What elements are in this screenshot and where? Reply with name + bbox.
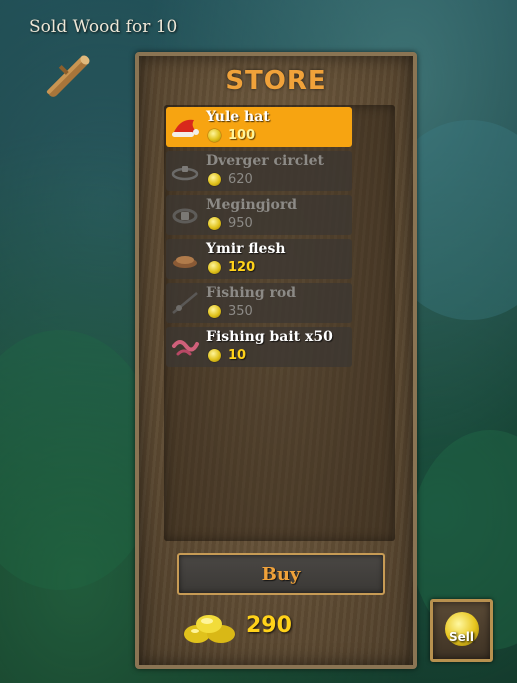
coin-icon bbox=[208, 261, 221, 274]
item-price: 120 bbox=[228, 260, 256, 275]
fishing-bait-icon bbox=[172, 340, 199, 356]
yule-hat-icon bbox=[172, 119, 199, 137]
item-price: 350 bbox=[228, 304, 253, 319]
buy-button[interactable]: Buy bbox=[177, 553, 385, 595]
coin-icon bbox=[208, 129, 221, 142]
sold-notification: Sold Wood for 10 bbox=[29, 17, 178, 37]
dverger-circlet-icon bbox=[171, 166, 199, 181]
store-item-dverger-circlet[interactable]: Dverger circlet 620 bbox=[166, 151, 352, 191]
store-item-megingjord[interactable]: Megingjord 950 bbox=[166, 195, 352, 235]
item-name: Yule hat bbox=[206, 109, 270, 125]
item-name: Fishing bait x50 bbox=[206, 329, 333, 345]
item-name: Dverger circlet bbox=[206, 153, 324, 169]
store-item-ymir-flesh[interactable]: Ymir flesh 120 bbox=[166, 239, 352, 279]
store-item-fishing-bait[interactable]: Fishing bait x50 10 bbox=[166, 327, 352, 367]
store-item-yule-hat[interactable]: Yule hat 100 bbox=[166, 107, 352, 147]
coin-count: 290 bbox=[246, 613, 292, 638]
store-panel: STORE Yule hat 100 Dverger circlet 620 M… bbox=[135, 52, 417, 669]
coin-icon bbox=[208, 217, 221, 230]
megingjord-belt-icon bbox=[172, 208, 198, 224]
item-name: Megingjord bbox=[206, 197, 298, 213]
item-price: 100 bbox=[228, 128, 256, 143]
coin-icon bbox=[208, 305, 221, 318]
item-price: 950 bbox=[228, 216, 253, 231]
sell-label: Sell bbox=[448, 630, 474, 644]
fishing-rod-icon bbox=[172, 292, 198, 314]
ymir-flesh-icon bbox=[173, 256, 197, 268]
store-item-list[interactable]: Yule hat 100 Dverger circlet 620 Megingj… bbox=[164, 105, 395, 541]
coin-icon bbox=[208, 173, 221, 186]
coin-pile-icon bbox=[184, 615, 235, 643]
item-name: Ymir flesh bbox=[206, 241, 286, 257]
item-name: Fishing rod bbox=[206, 285, 296, 301]
item-price: 620 bbox=[228, 172, 253, 187]
wood-log-icon bbox=[46, 55, 90, 97]
store-title: STORE bbox=[225, 66, 327, 96]
coin-icon bbox=[208, 349, 221, 362]
sell-button[interactable]: Sell bbox=[430, 599, 493, 662]
store-item-fishing-rod[interactable]: Fishing rod 350 bbox=[166, 283, 352, 323]
item-price: 10 bbox=[228, 348, 247, 363]
